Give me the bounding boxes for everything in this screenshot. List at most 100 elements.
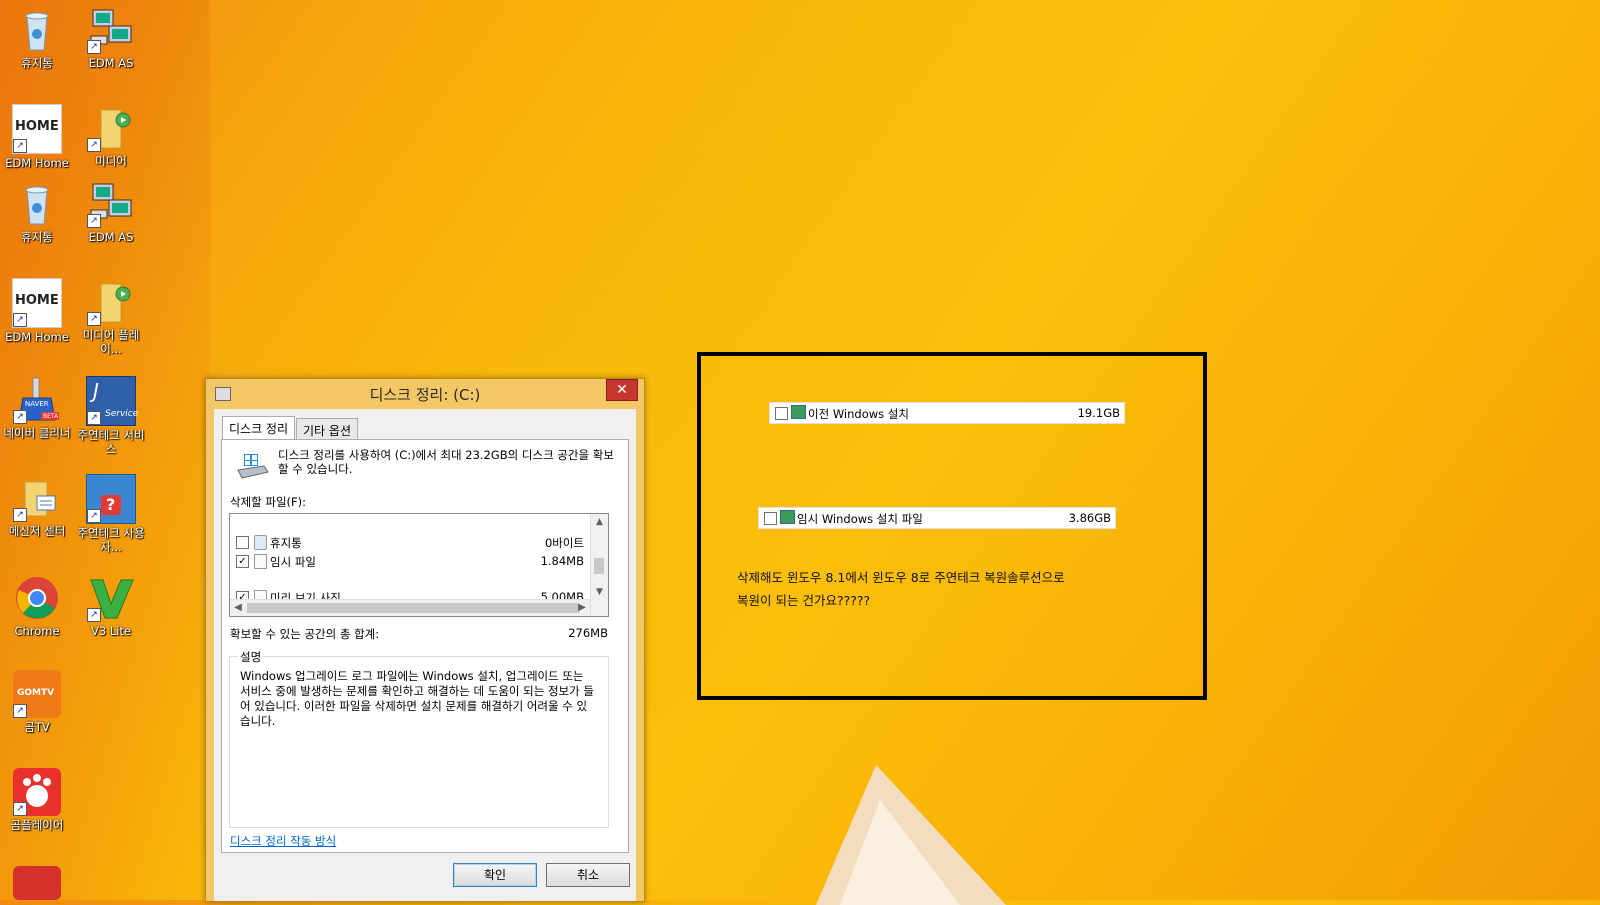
shortcut-arrow-icon: ↗	[87, 312, 101, 326]
desktop-icon-label: 네이버 클리너	[3, 426, 71, 440]
files-to-delete-label: 삭제할 파일(F):	[230, 495, 307, 509]
file-checkbox[interactable]	[236, 536, 249, 549]
desktop-icon-v3-lite[interactable]: ↗ V3 Lite	[74, 574, 148, 638]
tab-panel: 디스크 정리를 사용하여 (C:)에서 최대 23.2GB의 디스크 공간을 확…	[221, 439, 629, 853]
shortcut-arrow-icon: ↗	[13, 508, 27, 522]
desktop-icon-chrome[interactable]: Chrome	[0, 574, 74, 638]
vertical-scrollbar[interactable]: ▲ ▼	[590, 514, 608, 616]
shortcut-arrow-icon: ↗	[87, 214, 101, 228]
desktop-icon-jooyon-user[interactable]: ? ↗ 주연테크 사용자...	[74, 474, 148, 554]
naver-cleaner-icon: NAVER BETA ↗	[13, 376, 61, 424]
network-computers-icon: ↗	[87, 180, 135, 228]
desktop-icon-partial[interactable]	[0, 866, 74, 900]
description-group: 설명 Windows 업그레이드 로그 파일에는 Windows 설치, 업그레…	[229, 649, 609, 828]
files-to-delete-list[interactable]: 휴지통 0바이트 ✓ 임시 파일 1.84MB ✓ 미리 보기 사진 5.00M…	[229, 513, 609, 617]
desktop-icon-edm-home-2[interactable]: HOME ↗ EDM Home	[0, 278, 74, 344]
file-size: 1.84MB	[540, 554, 584, 568]
cropped-file-row[interactable]: 임시 Windows 설치 파일 3.86GB	[758, 507, 1116, 529]
shortcut-arrow-icon: ↗	[13, 704, 27, 718]
desktop-icon-recycle-bin[interactable]: 휴지통	[0, 6, 74, 70]
total-space-value: 276MB	[568, 626, 608, 640]
desktop-icon-label: 휴지통	[21, 56, 53, 70]
description-legend: 설명	[238, 649, 264, 665]
horizontal-scrollbar[interactable]: ◀ ▶	[230, 599, 590, 616]
shortcut-arrow-icon: ↗	[87, 411, 101, 425]
network-computers-icon: ↗	[87, 6, 135, 54]
media-folder-icon: ↗	[87, 104, 135, 152]
desktop-icon-label: EDM Home	[5, 330, 69, 344]
description-text: Windows 업그레이드 로그 파일에는 Windows 설치, 업그레이드 …	[240, 669, 594, 728]
shortcut-arrow-icon: ↗	[87, 509, 101, 523]
desktop-icon-media-player[interactable]: ↗ 미디어 플레이...	[74, 278, 148, 356]
desktop-icon-gomtv[interactable]: GOMTV ↗ 곰TV	[0, 670, 74, 734]
title-bar[interactable]: 디스크 정리: (C:) ✕	[206, 379, 644, 407]
desktop-icon-edm-as[interactable]: ↗ EDM AS	[74, 6, 148, 70]
annotation-box: 이전 Windows 설치 19.1GB 임시 Windows 설치 파일 3.…	[697, 352, 1207, 700]
desktop-icon-gomplayer[interactable]: ↗ 곰플레이어	[0, 768, 74, 832]
total-space-row: 확보할 수 있는 공간의 총 합계: 276MB	[230, 626, 608, 642]
file-checkbox[interactable]	[764, 512, 777, 525]
file-name: 임시 Windows 설치 파일	[797, 512, 923, 526]
desktop-icon-recycle-bin-2[interactable]: 휴지통	[0, 180, 74, 244]
desktop-icon-naver-cleaner[interactable]: NAVER BETA ↗ 네이버 클리너	[0, 376, 74, 440]
scroll-down-arrow-icon[interactable]: ▼	[591, 584, 608, 600]
shortcut-arrow-icon: ↗	[87, 40, 101, 54]
gomplayer-icon: ↗	[13, 768, 61, 816]
gomtv-logo-text: GOMTV	[17, 688, 55, 698]
question-mark-text: ?	[106, 495, 116, 514]
cancel-button[interactable]: 취소	[546, 863, 630, 887]
shortcut-arrow-icon: ↗	[13, 139, 27, 153]
shortcut-arrow-icon: ↗	[87, 138, 101, 152]
question-text: 삭제해도 윈도우 8.1에서 윈도우 8로 주연테크 복원솔루션으로 복원이 되…	[737, 566, 1167, 612]
home-logo-text: HOME	[15, 119, 59, 134]
close-button[interactable]: ✕	[606, 379, 638, 401]
desktop-icon-label: 미디어	[95, 154, 127, 168]
recycle-bin-icon	[13, 180, 61, 228]
service-logo-text: Service	[105, 409, 139, 419]
scrollbar-thumb[interactable]	[594, 558, 604, 574]
desktop-icon-label: EDM Home	[5, 156, 69, 170]
messenger-folder-icon: ↗	[13, 474, 61, 522]
file-name: 이전 Windows 설치	[808, 407, 909, 421]
file-checkbox[interactable]	[775, 407, 788, 420]
scroll-right-arrow-icon[interactable]: ▶	[574, 600, 590, 616]
desktop-icon-messenger-center[interactable]: ↗ 메신저 센터	[0, 474, 74, 538]
desktop-icon-label: 메신저 센터	[8, 524, 66, 538]
desktop-icon-media[interactable]: ↗ 미디어	[74, 104, 148, 168]
desktop-icon-edm-as-2[interactable]: ↗ EDM AS	[74, 180, 148, 244]
scrollbar-thumb[interactable]	[247, 603, 579, 613]
file-checkbox[interactable]: ✓	[236, 555, 249, 568]
desktop-icon-label: 주연테크 사용자...	[77, 526, 145, 554]
desktop-icon-label: Chrome	[14, 624, 60, 638]
desktop-icon-edm-home[interactable]: HOME ↗ EDM Home	[0, 104, 74, 170]
disk-cleanup-dialog: 디스크 정리: (C:) ✕ 디스크 정리 기타 옵션 디스크 정리를 사용하여…	[205, 378, 645, 902]
media-folder-icon: ↗	[87, 278, 135, 326]
wallpaper-shard-light	[840, 800, 960, 905]
file-icon	[254, 554, 267, 569]
desktop-icon-label: 곰플레이어	[10, 818, 64, 832]
desktop-icon-label: EDM AS	[88, 230, 134, 244]
question-line: 복원이 되는 건가요?????	[737, 593, 871, 608]
desktop-icon-label: 곰TV	[24, 720, 50, 734]
scroll-up-arrow-icon[interactable]: ▲	[591, 514, 608, 530]
shortcut-arrow-icon: ↗	[87, 608, 101, 622]
edm-home-icon: HOME ↗	[12, 104, 62, 154]
desktop-icon-label: V3 Lite	[90, 624, 132, 638]
ok-button[interactable]: 확인	[453, 863, 537, 887]
list-item[interactable]: ✓ 임시 파일 1.84MB	[236, 553, 584, 571]
file-size: 3.86GB	[1068, 511, 1111, 525]
home-logo-text: HOME	[15, 293, 59, 308]
desktop-icon-jooyon-service[interactable]: J Service ↗ 주연테크 서비스	[74, 376, 148, 456]
how-disk-cleanup-works-link[interactable]: 디스크 정리 작동 방식	[230, 833, 336, 849]
edm-home-icon: HOME ↗	[12, 278, 62, 328]
file-size: 0바이트	[544, 536, 584, 550]
chrome-icon	[13, 574, 61, 622]
list-item[interactable]: 휴지통 0바이트	[236, 534, 584, 552]
beta-badge: BETA	[43, 413, 59, 420]
jooyon-user-guide-icon: ? ↗	[86, 474, 136, 524]
recycle-bin-icon	[254, 535, 267, 550]
desktop-icon-label: EDM AS	[88, 56, 134, 70]
scroll-left-arrow-icon[interactable]: ◀	[230, 600, 246, 616]
windows-setup-icon	[791, 405, 806, 419]
cropped-file-row[interactable]: 이전 Windows 설치 19.1GB	[769, 402, 1125, 424]
